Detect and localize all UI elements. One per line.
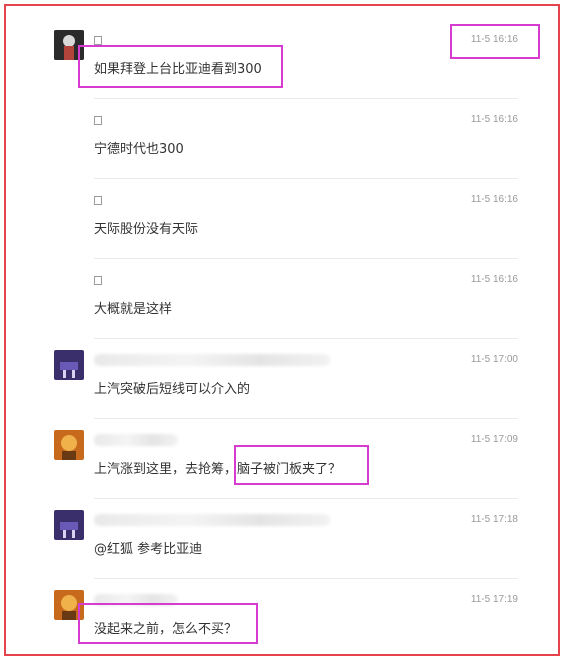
- username[interactable]: [94, 432, 178, 448]
- comment-text: @红狐 参考比亚迪: [94, 542, 203, 557]
- highlight-box: [450, 24, 540, 59]
- comment-time: 11-5 17:19: [470, 594, 518, 605]
- blurred-username: [94, 514, 330, 526]
- missing-glyph-icon: [94, 276, 102, 285]
- divider: [94, 498, 518, 499]
- highlight-box: [78, 603, 258, 644]
- comment-text: 宁德时代也300: [94, 142, 184, 157]
- comment-time: 11-5 16:16: [470, 274, 518, 285]
- avatar[interactable]: [54, 430, 84, 460]
- comment-text: 大概就是这样: [94, 302, 173, 317]
- username[interactable]: [94, 272, 102, 288]
- avatar[interactable]: [54, 350, 84, 380]
- comment-text: 上汽突破后短线可以介入的: [94, 382, 251, 397]
- comment-time: 11-5 16:16: [470, 194, 518, 205]
- comment-time: 11-5 16:16: [470, 114, 518, 125]
- divider: [94, 98, 518, 99]
- username[interactable]: [94, 192, 102, 208]
- divider: [94, 258, 518, 259]
- divider: [94, 578, 518, 579]
- missing-glyph-icon: [94, 196, 102, 205]
- missing-glyph-icon: [94, 36, 102, 45]
- username[interactable]: [94, 512, 330, 528]
- username[interactable]: [94, 352, 330, 368]
- avatar-image-icon: [54, 430, 84, 460]
- avatar-image-icon: [54, 510, 84, 540]
- avatar[interactable]: [54, 510, 84, 540]
- avatar-image-icon: [54, 350, 84, 380]
- comment-time: 11-5 17:00: [470, 354, 518, 365]
- divider: [94, 338, 518, 339]
- missing-glyph-icon: [94, 116, 102, 125]
- comment-item: 11-5 16:16 大概就是这样: [0, 258, 567, 338]
- comment-item: 11-5 16:16 宁德时代也300: [0, 98, 567, 178]
- comment-item: 11-5 17:18 @红狐 参考比亚迪: [0, 498, 567, 578]
- comment-time: 11-5 17:18: [470, 514, 518, 525]
- username[interactable]: [94, 112, 102, 128]
- comment-text: 天际股份没有天际: [94, 222, 199, 237]
- divider: [94, 178, 518, 179]
- comment-item: 11-5 16:16 天际股份没有天际: [0, 178, 567, 258]
- highlight-box: [234, 445, 369, 485]
- blurred-username: [94, 434, 178, 446]
- highlight-box: [78, 45, 283, 88]
- comment-item: 11-5 17:00 上汽突破后短线可以介入的: [0, 338, 567, 418]
- comment-time: 11-5 17:09: [470, 434, 518, 445]
- blurred-username: [94, 354, 330, 366]
- divider: [94, 418, 518, 419]
